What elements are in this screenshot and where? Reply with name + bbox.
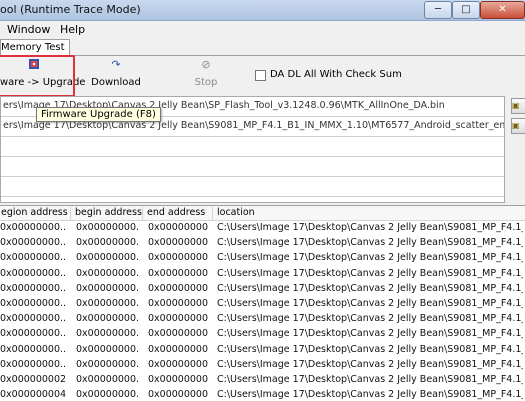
menu-bar: Window Help bbox=[0, 21, 525, 38]
region-address-cell: 0x00000000... bbox=[0, 358, 66, 370]
end-address-cell: 0x00000000... bbox=[148, 282, 208, 294]
begin-address-cell: 0x00000000... bbox=[76, 313, 140, 325]
begin-address-cell: 0x00000000... bbox=[76, 222, 140, 233]
table-row[interactable]: 0x00000000... 0x00000000... 0x00000000... C… bbox=[0, 327, 525, 342]
region-address-cell: 0x00000000... bbox=[0, 313, 66, 325]
table-row[interactable]: 0x00000000... 0x00000000... 0x00000000... C… bbox=[0, 297, 525, 312]
stop-label: Stop bbox=[194, 77, 218, 88]
table-header: egion address begin address end address … bbox=[0, 206, 525, 221]
menu-window[interactable]: Window bbox=[7, 23, 50, 36]
region-address-cell: 0x00000000... bbox=[0, 297, 66, 309]
checksum-checkbox[interactable] bbox=[255, 70, 266, 81]
begin-address-cell: 0x00000000... bbox=[76, 282, 140, 294]
location-cell: C:\Users\Image 17\Desktop\Canvas 2 Jelly… bbox=[217, 328, 523, 340]
column-header-location[interactable]: location bbox=[212, 207, 525, 220]
location-cell: C:\Users\Image 17\Desktop\Canvas 2 Jelly… bbox=[217, 358, 523, 370]
begin-address-cell: 0x00000000... bbox=[76, 252, 140, 264]
end-address-cell: 0x00000000... bbox=[148, 313, 208, 325]
location-cell: C:\Users\Image 17\Desktop\Canvas 2 Jelly… bbox=[217, 267, 523, 279]
end-address-cell: 0x00000000... bbox=[148, 389, 208, 401]
table-row[interactable]: 0x00000000... 0x00000000... 0x00000000... C… bbox=[0, 343, 525, 358]
location-cell: C:\Users\Image 17\Desktop\Canvas 2 Jelly… bbox=[217, 237, 523, 249]
table-row[interactable]: 0x000000004... 0x00000000... 0x00000000...… bbox=[0, 388, 525, 401]
begin-address-cell: 0x00000000... bbox=[76, 237, 140, 249]
location-cell: C:\Users\Image 17\Desktop\Canvas 2 Jelly… bbox=[217, 222, 523, 233]
begin-address-cell: 0x00000000... bbox=[76, 328, 140, 340]
minimize-button[interactable]: ─ bbox=[424, 1, 452, 19]
begin-address-cell: 0x00000000... bbox=[76, 343, 140, 355]
location-cell: C:\Users\Image 17\Desktop\Canvas 2 Jelly… bbox=[217, 389, 523, 401]
folder-icon: ▣ bbox=[512, 101, 520, 110]
begin-address-cell: 0x00000000... bbox=[76, 358, 140, 370]
table-row[interactable]: 0x00000000... 0x00000000... 0x00000000... C… bbox=[0, 282, 525, 297]
column-header-end[interactable]: end address bbox=[142, 207, 209, 220]
minimize-icon: ─ bbox=[434, 4, 442, 15]
close-icon: ✕ bbox=[498, 4, 507, 15]
region-address-cell: 0x000000002... bbox=[0, 373, 66, 385]
table-row[interactable]: 0x00000000... 0x00000000... 0x00000000... C… bbox=[0, 236, 525, 251]
checksum-label: DA DL All With Check Sum bbox=[270, 69, 402, 80]
region-address-cell: 0x00000000... bbox=[0, 222, 66, 233]
scatter-browse-button[interactable]: ▣ bbox=[511, 118, 525, 134]
download-label: Download bbox=[91, 77, 141, 88]
end-address-cell: 0x00000000... bbox=[148, 297, 208, 309]
table-row[interactable]: 0x000000002... 0x00000000... 0x00000000...… bbox=[0, 373, 525, 388]
region-address-cell: 0x00000000... bbox=[0, 267, 66, 279]
end-address-cell: 0x00000000... bbox=[148, 358, 208, 370]
folder-icon: ▣ bbox=[512, 121, 520, 130]
location-cell: C:\Users\Image 17\Desktop\Canvas 2 Jelly… bbox=[217, 252, 523, 264]
region-address-cell: 0x000000004... bbox=[0, 389, 66, 401]
end-address-cell: 0x00000000... bbox=[148, 222, 208, 233]
location-cell: C:\Users\Image 17\Desktop\Canvas 2 Jelly… bbox=[217, 313, 523, 325]
location-cell: C:\Users\Image 17\Desktop\Canvas 2 Jelly… bbox=[217, 297, 523, 309]
empty-field-row bbox=[1, 157, 504, 177]
stop-icon: ⊘ bbox=[201, 58, 211, 71]
location-cell: C:\Users\Image 17\Desktop\Canvas 2 Jelly… bbox=[217, 282, 523, 294]
upgrade-highlight-box bbox=[0, 55, 75, 97]
end-address-cell: 0x00000000... bbox=[148, 343, 208, 355]
column-header-begin[interactable]: begin address bbox=[70, 207, 142, 220]
begin-address-cell: 0x00000000... bbox=[76, 297, 140, 309]
region-address-cell: 0x00000000... bbox=[0, 237, 66, 249]
tab-memory-test[interactable]: Memory Test bbox=[0, 39, 70, 55]
stop-button[interactable]: ⊘ Stop bbox=[188, 56, 224, 92]
begin-address-cell: 0x00000000... bbox=[76, 373, 140, 385]
end-address-cell: 0x00000000... bbox=[148, 237, 208, 249]
download-button[interactable]: ↷ Download bbox=[88, 56, 144, 92]
tab-strip: Memory Test bbox=[0, 38, 525, 56]
menu-help[interactable]: Help bbox=[60, 23, 85, 36]
location-cell: C:\Users\Image 17\Desktop\Canvas 2 Jelly… bbox=[217, 343, 523, 355]
table-row[interactable]: 0x00000000... 0x00000000... 0x00000000... C… bbox=[0, 221, 525, 236]
table-row[interactable]: 0x00000000... 0x00000000... 0x00000000... C… bbox=[0, 267, 525, 282]
region-table: egion address begin address end address … bbox=[0, 205, 525, 401]
close-button[interactable]: ✕ bbox=[480, 1, 525, 19]
firmware-upgrade-tooltip: Firmware Upgrade (F8) bbox=[36, 107, 161, 122]
end-address-cell: 0x00000000... bbox=[148, 252, 208, 264]
region-address-cell: 0x00000000... bbox=[0, 328, 66, 340]
end-address-cell: 0x00000000... bbox=[148, 328, 208, 340]
end-address-cell: 0x00000000... bbox=[148, 267, 208, 279]
empty-field-row bbox=[1, 177, 504, 197]
title-bar: ool (Runtime Trace Mode) ─ □ ✕ bbox=[0, 0, 525, 21]
column-header-region[interactable]: egion address bbox=[0, 207, 68, 220]
empty-field-row bbox=[1, 137, 504, 157]
region-address-cell: 0x00000000... bbox=[0, 282, 66, 294]
maximize-button[interactable]: □ bbox=[452, 1, 480, 19]
download-icon: ↷ bbox=[111, 58, 121, 71]
maximize-icon: □ bbox=[461, 4, 471, 15]
table-body: 0x00000000... 0x00000000... 0x00000000... C… bbox=[0, 221, 525, 401]
location-cell: C:\Users\Image 17\Desktop\Canvas 2 Jelly… bbox=[217, 373, 523, 385]
begin-address-cell: 0x00000000... bbox=[76, 389, 140, 401]
da-browse-button[interactable]: ▣ bbox=[511, 98, 525, 114]
table-row[interactable]: 0x00000000... 0x00000000... 0x00000000... C… bbox=[0, 358, 525, 373]
region-address-cell: 0x00000000... bbox=[0, 343, 66, 355]
table-row[interactable]: 0x00000000... 0x00000000... 0x00000000... C… bbox=[0, 251, 525, 266]
begin-address-cell: 0x00000000... bbox=[76, 267, 140, 279]
end-address-cell: 0x00000000... bbox=[148, 373, 208, 385]
table-row[interactable]: 0x00000000... 0x00000000... 0x00000000... C… bbox=[0, 312, 525, 327]
window-title: ool (Runtime Trace Mode) bbox=[0, 3, 141, 16]
region-address-cell: 0x00000000... bbox=[0, 252, 66, 264]
